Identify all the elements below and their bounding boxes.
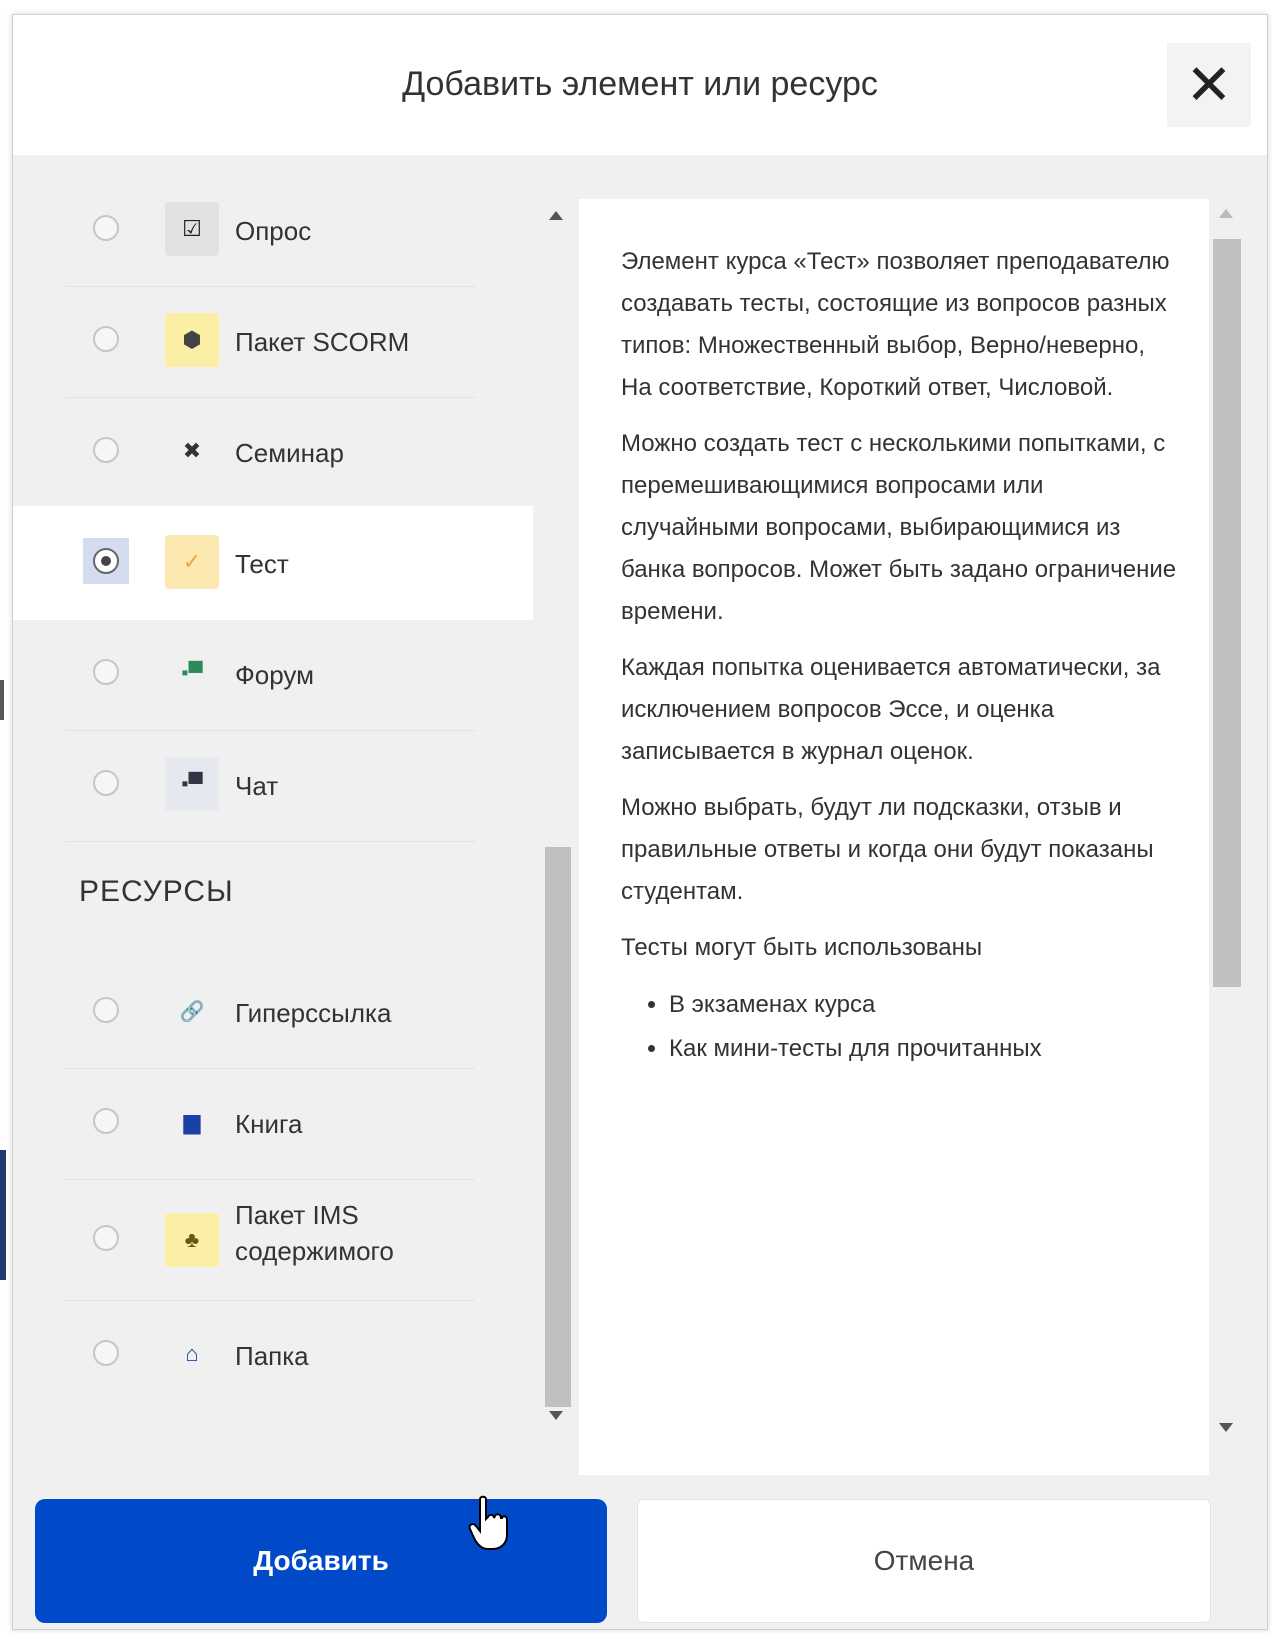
close-icon: ✕ — [1185, 53, 1233, 116]
radio-book[interactable] — [93, 1108, 119, 1134]
dialog-header: Добавить элемент или ресурс ✕ — [13, 15, 1267, 155]
list-item-label: Гиперссылка — [235, 998, 392, 1028]
link-icon: 🔗 — [179, 1000, 205, 1023]
description-bullet: В экзаменах курса — [669, 983, 1181, 1027]
radio-scorm[interactable] — [93, 326, 119, 352]
package-icon: ⬢ — [165, 313, 219, 367]
chat-icon: ▪▀ — [165, 757, 219, 811]
list-item-label: Папка — [235, 1341, 309, 1371]
description-paragraph: Элемент курса «Тест» позволяет преподава… — [621, 248, 1170, 401]
list-item-test[interactable]: ✓ Тест — [13, 506, 533, 620]
list-item-seminar[interactable]: ✖ Семинар — [13, 395, 533, 509]
description-paragraph: Можно выбрать, будут ли подсказки, отзыв… — [621, 794, 1154, 905]
dialog-body: ☑ Опрос ⬢ Пакет SCORM ✖ Семинар ✓ Тест ▪… — [13, 155, 1267, 1475]
radio-link[interactable] — [93, 997, 119, 1023]
list-item-label: Пакет SCORM — [235, 327, 410, 357]
list-scrollbar-thumb[interactable] — [545, 847, 571, 1407]
resources-section-title: РЕСУРСЫ — [79, 875, 234, 908]
add-button[interactable]: Добавить — [35, 1499, 607, 1623]
list-item-book[interactable]: ▆ Книга — [13, 1066, 533, 1180]
check-icon: ✓ — [165, 535, 219, 589]
radio-chat[interactable] — [93, 770, 119, 796]
activity-list[interactable]: ☑ Опрос ⬢ Пакет SCORM ✖ Семинар ✓ Тест ▪… — [13, 155, 579, 1475]
list-item-label: Тест — [235, 549, 289, 579]
ims-package-icon: ♣ — [165, 1213, 219, 1267]
page-edge-mark-blue — [0, 1150, 6, 1280]
folder-icon: ⌂ — [185, 1341, 199, 1366]
radio-opros[interactable] — [93, 215, 119, 241]
tools-icon: ✖ — [182, 438, 202, 463]
radio-ims[interactable] — [93, 1225, 119, 1251]
label-line-1: Пакет IMS — [235, 1200, 359, 1230]
list-item-link[interactable]: 🔗 Гиперссылка — [13, 955, 533, 1069]
description-paragraph: Каждая попытка оценивается автоматически… — [621, 654, 1161, 765]
list-item-folder[interactable]: ⌂ Папка — [13, 1298, 533, 1412]
description-bullet: Как мини-тесты для прочитанных — [669, 1027, 1181, 1071]
page-edge-mark — [0, 680, 4, 720]
list-item-label: Опрос — [235, 216, 312, 246]
dialog-footer: Добавить Отмена — [13, 1475, 1267, 1629]
description-panel: Элемент курса «Тест» позволяет преподава… — [579, 199, 1209, 1475]
label-line-2: содержимого — [235, 1236, 394, 1266]
desc-scroll-down-arrow-icon[interactable] — [1219, 1423, 1233, 1432]
list-item-ims[interactable]: ♣ Пакет IMS содержимого — [13, 1177, 533, 1301]
list-item-forum[interactable]: ▪▀ Форум — [13, 617, 533, 731]
add-activity-dialog: Добавить элемент или ресурс ✕ ☑ Опрос ⬢ … — [12, 14, 1268, 1630]
list-item-label: Пакет IMS содержимого — [235, 1197, 394, 1269]
radio-folder[interactable] — [93, 1340, 119, 1366]
divider — [65, 841, 475, 842]
list-item-label: Форум — [235, 660, 314, 690]
scroll-down-arrow-icon[interactable] — [549, 1411, 563, 1420]
description-list: В экзаменах курса Как мини-тесты для про… — [621, 983, 1181, 1071]
list-item-opros[interactable]: ☑ Опрос — [13, 173, 533, 287]
forum-icon: ▪▀ — [181, 661, 203, 684]
list-item-chat[interactable]: ▪▀ Чат — [13, 728, 533, 842]
radio-seminar[interactable] — [93, 437, 119, 463]
desc-scroll-up-arrow-icon[interactable] — [1219, 209, 1233, 218]
cancel-button[interactable]: Отмена — [637, 1499, 1211, 1623]
close-button[interactable]: ✕ — [1167, 43, 1251, 127]
description-paragraph: Тесты могут быть использованы — [621, 934, 983, 961]
book-icon: ▆ — [183, 1109, 201, 1134]
description-text: Элемент курса «Тест» позволяет преподава… — [621, 241, 1181, 1071]
list-item-label: Чат — [235, 771, 279, 801]
radio-test[interactable] — [93, 548, 119, 574]
description-scrollbar-thumb[interactable] — [1213, 239, 1241, 987]
checkbox-icon: ☑ — [165, 202, 219, 256]
scroll-up-arrow-icon[interactable] — [549, 211, 563, 220]
list-item-scorm[interactable]: ⬢ Пакет SCORM — [13, 284, 533, 398]
hand-cursor-icon — [468, 1495, 508, 1550]
list-item-label: Семинар — [235, 438, 344, 468]
description-paragraph: Можно создать тест с несколькими попытка… — [621, 430, 1177, 625]
dialog-title: Добавить элемент или ресурс — [402, 65, 878, 103]
radio-forum[interactable] — [93, 659, 119, 685]
list-item-label: Книга — [235, 1109, 303, 1139]
